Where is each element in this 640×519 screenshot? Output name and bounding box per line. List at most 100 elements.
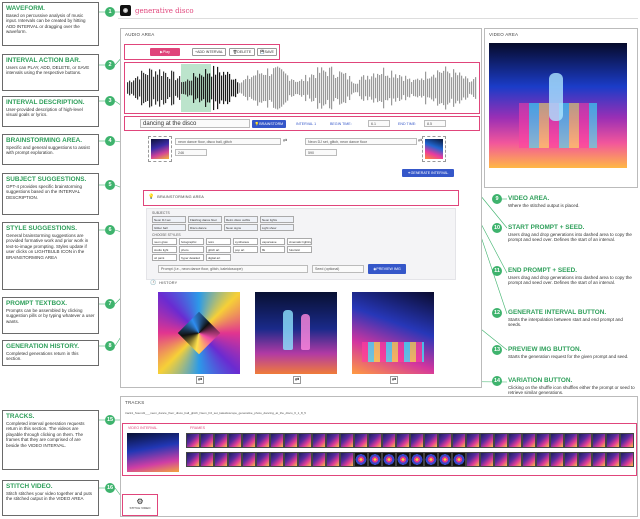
subject-chip[interactable]: Glitter ball	[152, 224, 186, 231]
style-chip[interactable]: holographic	[179, 238, 204, 245]
subject-chip[interactable]: Neon lights	[260, 216, 294, 223]
frame-thumb[interactable]	[270, 433, 284, 448]
frame-thumb[interactable]	[382, 452, 396, 467]
frame-thumb[interactable]	[592, 452, 606, 467]
subject-chip[interactable]: Light show	[260, 224, 294, 231]
style-chip[interactable]: futuristic	[287, 246, 312, 253]
variation-icon-1[interactable]: ⇄	[196, 376, 205, 384]
preview-img-button[interactable]: ◉ PREVIEW IMG	[368, 264, 406, 274]
frame-thumb[interactable]	[312, 452, 326, 467]
subject-chip[interactable]: Flashing dance floor	[188, 216, 222, 223]
frame-thumb[interactable]	[298, 433, 312, 448]
frame-thumb[interactable]	[508, 452, 522, 467]
frame-thumb[interactable]	[228, 452, 242, 467]
frame-thumb[interactable]	[214, 452, 228, 467]
frame-thumb[interactable]	[438, 433, 452, 448]
frame-thumb[interactable]	[214, 433, 228, 448]
style-chip[interactable]: photo	[179, 246, 204, 253]
frame-thumb[interactable]	[200, 433, 214, 448]
seed-input[interactable]: Seed (optional)	[312, 265, 364, 273]
frame-thumb[interactable]	[354, 433, 368, 448]
history-image-1[interactable]	[158, 292, 240, 374]
play-button[interactable]: ▶ Play	[150, 48, 180, 56]
start-prompt-dropzone[interactable]	[148, 136, 172, 162]
frame-thumb[interactable]	[396, 433, 410, 448]
frame-thumb[interactable]	[452, 452, 466, 467]
generate-interval-button[interactable]: ✦ GENERATE INTERVAL	[402, 169, 454, 177]
end-shuffle-icon[interactable]: ⇄	[418, 138, 422, 144]
style-chip[interactable]: synthwave	[233, 238, 258, 245]
frame-thumb[interactable]	[606, 433, 620, 448]
style-chip[interactable]: glitch art	[206, 246, 231, 253]
frame-thumb[interactable]	[494, 433, 508, 448]
frame-thumb[interactable]	[368, 433, 382, 448]
subject-chip[interactable]: Neon signs	[224, 224, 258, 231]
variation-icon-2[interactable]: ⇄	[293, 376, 302, 384]
frame-thumb[interactable]	[522, 433, 536, 448]
frame-thumb[interactable]	[228, 433, 242, 448]
start-seed-input[interactable]: 246	[175, 149, 207, 156]
frame-thumb[interactable]	[536, 452, 550, 467]
frame-thumb[interactable]	[480, 452, 494, 467]
waveform[interactable]	[127, 64, 477, 112]
frame-thumb[interactable]	[550, 433, 564, 448]
frame-thumb[interactable]	[578, 433, 592, 448]
frame-thumb[interactable]	[396, 452, 410, 467]
subject-chip[interactable]: Disco dance	[188, 224, 222, 231]
frame-thumb[interactable]	[340, 452, 354, 467]
frame-thumb[interactable]	[326, 433, 340, 448]
frame-thumb[interactable]	[536, 433, 550, 448]
frame-thumb[interactable]	[256, 452, 270, 467]
frame-thumb[interactable]	[284, 452, 298, 467]
frame-thumb[interactable]	[564, 433, 578, 448]
style-chip[interactable]: studio light	[152, 246, 177, 253]
frame-thumb[interactable]	[200, 452, 214, 467]
save-button[interactable]: 💾 SAVE	[257, 48, 277, 56]
delete-button[interactable]: 🗑 DELETE	[229, 48, 255, 56]
frame-thumb[interactable]	[382, 433, 396, 448]
frame-thumb[interactable]	[312, 433, 326, 448]
frame-thumb[interactable]	[578, 452, 592, 467]
frame-thumb[interactable]	[340, 433, 354, 448]
frame-thumb[interactable]	[466, 433, 480, 448]
frame-thumb[interactable]	[368, 452, 382, 467]
frame-thumb[interactable]	[186, 433, 200, 448]
frame-thumb[interactable]	[354, 452, 368, 467]
frame-thumb[interactable]	[410, 433, 424, 448]
frame-thumb[interactable]	[564, 452, 578, 467]
style-chip[interactable]: digital art	[206, 254, 231, 261]
frame-thumb[interactable]	[256, 433, 270, 448]
style-chip[interactable]: 8k	[260, 246, 285, 253]
video-player[interactable]	[489, 43, 627, 168]
style-chip[interactable]: hyper detailed	[179, 254, 204, 261]
end-seed-input[interactable]: 590	[305, 149, 337, 156]
style-chip[interactable]: cinematic lighting	[287, 238, 312, 245]
style-chip[interactable]: neon glow	[152, 238, 177, 245]
frame-thumb[interactable]	[494, 452, 508, 467]
frame-thumb[interactable]	[270, 452, 284, 467]
frame-thumb[interactable]	[620, 452, 634, 467]
frame-thumb[interactable]	[284, 433, 298, 448]
history-image-3[interactable]	[352, 292, 434, 374]
frame-thumb[interactable]	[550, 452, 564, 467]
frame-thumb[interactable]	[326, 452, 340, 467]
subject-chip[interactable]: Retro disco outfits	[224, 216, 258, 223]
frame-thumb[interactable]	[452, 433, 466, 448]
frame-thumb[interactable]	[410, 452, 424, 467]
variation-icon-3[interactable]: ⇄	[390, 376, 399, 384]
style-chip[interactable]: pop art	[233, 246, 258, 253]
frame-thumb[interactable]	[466, 452, 480, 467]
frame-thumb[interactable]	[424, 452, 438, 467]
video-interval-clip[interactable]	[127, 433, 179, 472]
frame-thumb[interactable]	[242, 452, 256, 467]
frame-thumb[interactable]	[242, 433, 256, 448]
add-interval-button[interactable]: + ADD INTERVAL	[192, 48, 226, 56]
subject-chip[interactable]: Neon DJ set	[152, 216, 186, 223]
begin-time-input[interactable]: 6.1	[368, 120, 390, 127]
frame-thumb[interactable]	[522, 452, 536, 467]
end-prompt-input[interactable]: Neon DJ set, glitch, neon dance floor	[305, 138, 417, 145]
start-prompt-input[interactable]: neon dance floor, disco ball, glitch	[175, 138, 281, 145]
frame-thumb[interactable]	[424, 433, 438, 448]
frame-thumb[interactable]	[480, 433, 494, 448]
frame-thumb[interactable]	[438, 452, 452, 467]
